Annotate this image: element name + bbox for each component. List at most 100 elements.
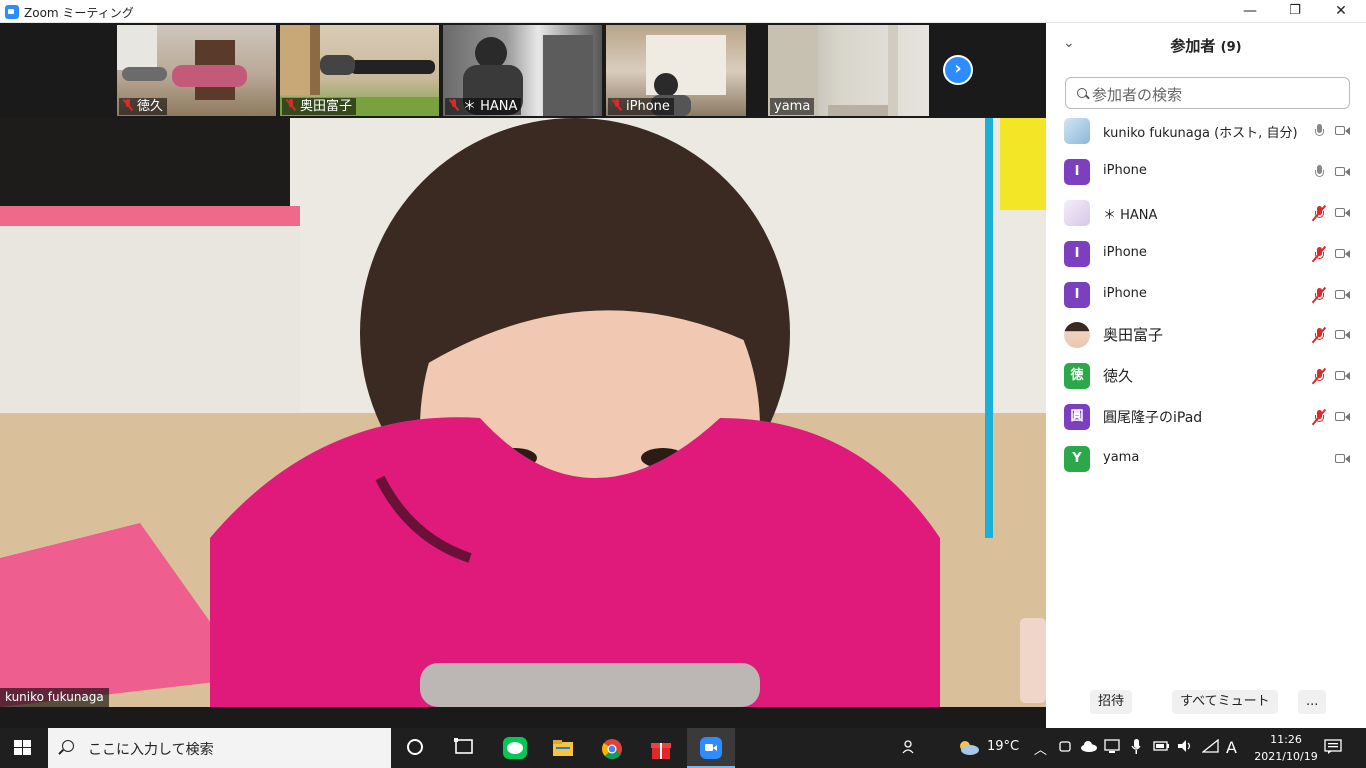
- video-camera-icon[interactable]: [1335, 248, 1350, 260]
- video-camera-icon[interactable]: [1335, 125, 1350, 137]
- microphone-muted-icon[interactable]: [1313, 246, 1325, 262]
- avatar: I: [1064, 159, 1090, 185]
- video-camera-icon[interactable]: [1335, 453, 1350, 465]
- microphone-muted-icon[interactable]: [1313, 409, 1325, 425]
- gallery-next-button[interactable]: ›: [943, 55, 973, 85]
- search-icon: [1077, 88, 1087, 98]
- participant-row[interactable]: Y yama: [1046, 439, 1366, 479]
- volume-icon[interactable]: [1177, 739, 1195, 757]
- thumbnail-name-text: 奥田富子: [300, 99, 353, 114]
- participant-name: iPhone: [1103, 286, 1147, 301]
- video-thumbnail[interactable]: 徳久: [117, 25, 276, 116]
- thumbnail-name-text: yama: [774, 99, 811, 114]
- mic-muted-icon: [612, 99, 622, 111]
- participants-panel: ⌄ 参加者 (9) 参加者の検索 kuniko fukunaga (ホスト, 自…: [1046, 23, 1366, 728]
- windows-start-icon[interactable]: [14, 740, 32, 757]
- participants-title: 参加者 (9): [1046, 35, 1366, 56]
- file-explorer-icon[interactable]: [552, 738, 574, 758]
- thumbnail-name: 徳久: [119, 98, 168, 115]
- participant-row[interactable]: 奥田富子: [1046, 315, 1366, 355]
- microphone-icon[interactable]: [1313, 164, 1325, 180]
- avatar: [1064, 118, 1090, 144]
- zoom-taskbar-button[interactable]: [687, 728, 735, 768]
- participant-row[interactable]: I iPhone: [1046, 275, 1366, 315]
- microphone-muted-icon[interactable]: [1313, 205, 1325, 221]
- main-speaker-name: kuniko fukunaga: [0, 688, 109, 707]
- invite-button[interactable]: 招待: [1090, 690, 1133, 714]
- microphone-icon[interactable]: [1313, 123, 1325, 139]
- thumbnail-name: ＊ HANA: [445, 98, 522, 115]
- avatar: 圓: [1064, 404, 1090, 430]
- participant-name: 奥田富子: [1103, 326, 1164, 344]
- cortana-icon[interactable]: [407, 739, 423, 755]
- avatar: I: [1064, 241, 1090, 267]
- video-camera-icon[interactable]: [1335, 370, 1350, 382]
- video-camera-icon[interactable]: [1335, 207, 1350, 219]
- taskbar-search-placeholder: ここに入力して検索: [88, 742, 214, 758]
- battery-icon[interactable]: [1152, 739, 1170, 757]
- participants-title-text: 参加者: [1170, 37, 1216, 55]
- participant-row[interactable]: kuniko fukunaga (ホスト, 自分): [1046, 111, 1366, 151]
- taskbar: ここに入力して検索 19°C ︿ A 11:26 2021/10/19: [0, 728, 1366, 768]
- thumbnail-name-text: 徳久: [137, 99, 164, 114]
- line-app-icon[interactable]: [503, 737, 527, 759]
- chevron-up-icon[interactable]: ︿: [1034, 739, 1047, 758]
- zoom-app-icon: [5, 5, 19, 19]
- video-thumbnail[interactable]: yama: [768, 25, 929, 116]
- microphone-tray-icon[interactable]: [1130, 739, 1142, 759]
- video-thumbnail[interactable]: ＊ HANA: [443, 25, 602, 116]
- participant-name: kuniko fukunaga (ホスト, 自分): [1103, 126, 1298, 141]
- avatar: Y: [1064, 446, 1090, 472]
- video-thumbnail[interactable]: 奥田富子: [280, 25, 439, 116]
- avatar: [1064, 322, 1090, 348]
- people-icon[interactable]: [902, 739, 918, 759]
- participant-name: iPhone: [1103, 245, 1147, 260]
- participant-row[interactable]: ＊ HANA: [1046, 193, 1366, 233]
- video-camera-icon[interactable]: [1335, 166, 1350, 178]
- search-placeholder: 参加者の検索: [1092, 86, 1183, 104]
- mic-muted-icon: [123, 99, 133, 111]
- chrome-icon[interactable]: [601, 738, 623, 760]
- thumbnail-name-text: ＊ HANA: [463, 99, 518, 114]
- thumbnail-name: 奥田富子: [282, 98, 357, 115]
- video-camera-icon[interactable]: [1335, 329, 1350, 341]
- participant-row[interactable]: I iPhone: [1046, 152, 1366, 192]
- microphone-muted-icon[interactable]: [1313, 287, 1325, 303]
- video-camera-icon[interactable]: [1335, 289, 1350, 301]
- participant-count: (9): [1220, 40, 1242, 55]
- ime-indicator[interactable]: A: [1226, 738, 1237, 757]
- avatar: I: [1064, 282, 1090, 308]
- avatar: 徳: [1064, 363, 1090, 389]
- gift-icon[interactable]: [650, 738, 672, 759]
- camera-tray-icon[interactable]: [1058, 739, 1072, 757]
- microphone-muted-icon[interactable]: [1313, 327, 1325, 343]
- close-button[interactable]: ✕: [1318, 0, 1364, 23]
- microphone-muted-icon[interactable]: [1313, 368, 1325, 384]
- participant-row[interactable]: 圓 圓尾隆子のiPad: [1046, 397, 1366, 437]
- minimize-button[interactable]: —: [1227, 0, 1273, 23]
- more-button[interactable]: ...: [1298, 690, 1327, 714]
- clock-date[interactable]: 2021/10/19: [1246, 750, 1326, 763]
- task-view-icon[interactable]: [454, 738, 476, 758]
- title-bar: Zoom ミーティング — ❐ ✕: [0, 0, 1366, 23]
- onedrive-icon[interactable]: [1080, 739, 1098, 757]
- mic-muted-icon: [449, 99, 459, 111]
- weather-icon[interactable]: [956, 738, 980, 760]
- weather-temperature[interactable]: 19°C: [987, 739, 1019, 754]
- video-camera-icon[interactable]: [1335, 411, 1350, 423]
- participant-search-input[interactable]: 参加者の検索: [1065, 77, 1350, 109]
- notification-icon[interactable]: [1324, 739, 1342, 759]
- wifi-icon[interactable]: [1201, 738, 1220, 757]
- zoom-taskbar-icon: [700, 737, 722, 759]
- speaker-video-frame: [0, 118, 1046, 707]
- participant-row[interactable]: I iPhone: [1046, 234, 1366, 274]
- participant-row[interactable]: 徳 徳久: [1046, 356, 1366, 396]
- display-tray-icon[interactable]: [1104, 739, 1120, 757]
- participant-name: 圓尾隆子のiPad: [1103, 410, 1203, 426]
- taskbar-search-input[interactable]: ここに入力して検索: [48, 728, 391, 768]
- maximize-button[interactable]: ❐: [1272, 0, 1318, 23]
- mute-all-button[interactable]: すべてミュート: [1172, 690, 1278, 714]
- clock-time[interactable]: 11:26: [1264, 733, 1308, 746]
- video-thumbnail[interactable]: iPhone: [606, 25, 746, 116]
- mic-muted-icon: [286, 99, 296, 111]
